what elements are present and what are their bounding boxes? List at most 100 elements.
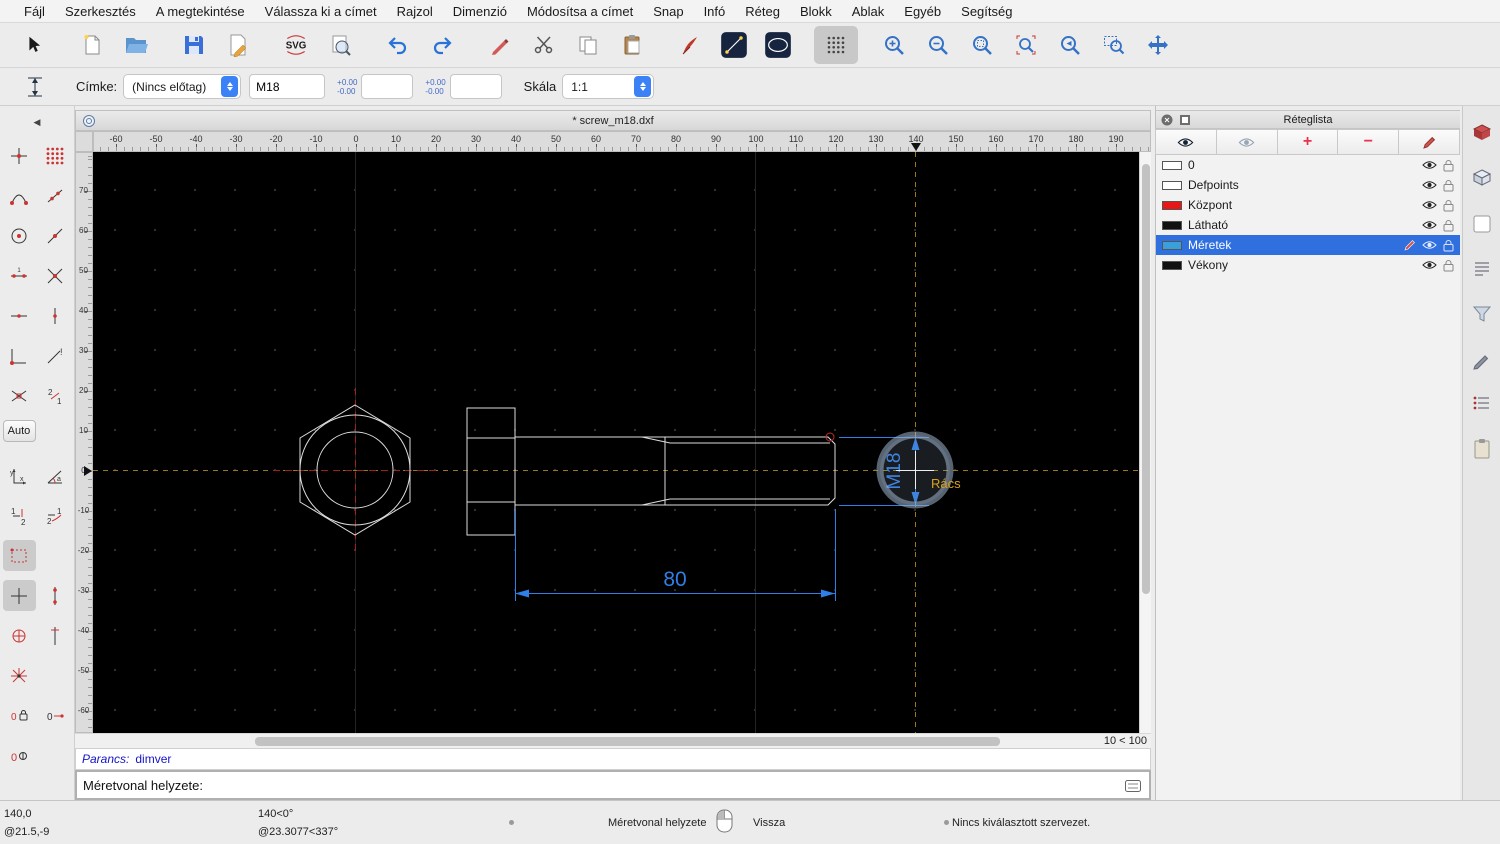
open-file-button[interactable] [114,26,158,64]
edit-document-button[interactable] [216,26,260,64]
add-layer-button[interactable]: + [1276,129,1339,155]
snap-intersection-manual-button[interactable] [3,380,36,411]
drawing-canvas[interactable]: 80 M18 Rács [93,152,1139,733]
restrict-orthogonal-button[interactable] [3,340,36,371]
layer-visibility-eye-icon[interactable] [1422,160,1437,170]
menu-item[interactable]: Egyéb [894,4,951,19]
menu-item[interactable]: Dimenzió [443,4,517,19]
ellipse-tool-button[interactable] [756,26,800,64]
document-titlebar[interactable]: * screw_m18.dxf [75,110,1151,131]
layer-row[interactable]: Látható [1156,215,1460,235]
relative-coordinates-cartesian-button[interactable]: 12 [3,500,36,531]
polyline-tool-button[interactable] [712,26,756,64]
layer-row[interactable]: Méretek [1156,235,1460,255]
zoom-auto-button[interactable] [960,26,1004,64]
panel-float-icon[interactable] [1179,114,1191,126]
menu-item[interactable]: Snap [643,4,693,19]
cut-button[interactable] [522,26,566,64]
copy-button[interactable] [566,26,610,64]
keyboard-toggle-icon[interactable] [1125,780,1141,792]
snap-center-button[interactable] [3,220,36,251]
coordinates-cartesian-button[interactable]: yx [3,460,36,491]
menu-item[interactable]: Infó [694,4,736,19]
paste-button[interactable] [610,26,654,64]
layer-lock-icon[interactable] [1443,199,1454,212]
snap-intersection-button[interactable] [39,260,72,291]
show-all-layers-button[interactable] [1155,129,1217,155]
prefix-select[interactable]: (Nincs előtag) [123,74,242,99]
tolerance-lower-input[interactable] [449,74,502,99]
dock-entity-list-button[interactable] [1468,390,1496,418]
layer-row[interactable]: Defpoints [1156,175,1460,195]
exclusive-snap-button[interactable]: 21 [39,380,72,411]
menu-item[interactable]: Ablak [842,4,895,19]
dock-clipboard-button[interactable] [1468,435,1496,463]
undo-button[interactable] [376,26,420,64]
dock-command-button[interactable] [1468,255,1496,283]
dock-pen-palette-button[interactable] [1468,345,1496,373]
pan-button[interactable] [1136,26,1180,64]
snap-grid-button[interactable] [39,140,72,171]
layer-visibility-eye-icon[interactable] [1422,260,1437,270]
vertical-guide-button[interactable] [39,620,72,651]
dimension-label-input[interactable] [249,74,326,99]
snap-distance-button[interactable]: 1 [3,260,36,291]
snap-zero-button[interactable]: 0 [3,740,36,771]
zoom-in-button[interactable] [872,26,916,64]
pen-tool-button[interactable] [668,26,712,64]
zoom-out-button[interactable] [916,26,960,64]
snap-free-button[interactable] [3,140,36,171]
rays-button[interactable] [3,660,36,691]
menu-item[interactable]: Segítség [951,4,1022,19]
vertical-scrollbar[interactable] [1139,152,1151,733]
current-tool-button[interactable] [16,70,54,104]
new-file-button[interactable] [70,26,114,64]
layer-lock-icon[interactable] [1443,239,1454,252]
zoom-window-button[interactable] [1092,26,1136,64]
redo-button[interactable] [420,26,464,64]
tolerance-upper-input[interactable] [361,74,414,99]
layer-row[interactable]: Központ [1156,195,1460,215]
command-input[interactable]: Méretvonal helyzete: [75,770,1151,800]
layer-row[interactable]: Vékony [1156,255,1460,275]
export-svg-button[interactable]: SVG [274,26,318,64]
grid-toggle-button[interactable] [814,26,858,64]
menu-item[interactable]: Rajzol [387,4,443,19]
layer-edit-pencil-icon[interactable] [1404,239,1416,251]
menu-item[interactable]: Módosítsa a címet [517,4,643,19]
layer-visibility-eye-icon[interactable] [1422,200,1437,210]
zoom-selected-button[interactable] [1004,26,1048,64]
select-window-button[interactable] [2,540,36,571]
snap-middle-button[interactable] [39,220,72,251]
horizontal-scrollbar[interactable]: 10 < 100 [75,733,1151,748]
menu-item[interactable]: Válassza ki a címet [255,4,387,19]
layer-lock-icon[interactable] [1443,219,1454,232]
snap-auto-button[interactable]: Auto [2,420,36,442]
horizontal-scrollbar-thumb[interactable] [255,737,1000,746]
restrict-horizontal-button[interactable] [3,300,36,331]
menu-item[interactable]: Réteg [735,4,790,19]
remove-layer-button[interactable]: − [1337,129,1400,155]
menu-item[interactable]: Blokk [790,4,842,19]
vertical-scrollbar-thumb[interactable] [1142,164,1150,594]
panel-close-icon[interactable] [1161,114,1173,126]
dock-library-button[interactable] [1468,165,1496,193]
coordinates-polar-button[interactable]: a [39,460,72,491]
set-relative-zero-button[interactable] [2,580,36,611]
pencil-edit-button[interactable] [478,26,522,64]
dock-blocks-button[interactable] [1468,120,1496,148]
hide-all-layers-button[interactable] [1215,129,1278,155]
snap-on-entity-button[interactable] [39,180,72,211]
menu-item[interactable]: A megtekintése [146,4,255,19]
layer-visibility-eye-icon[interactable] [1422,240,1437,250]
dock-properties-button[interactable] [1468,210,1496,238]
collapse-toolbar-button[interactable]: ◀ [5,114,69,130]
edit-layer-button[interactable] [1398,129,1460,155]
dock-filter-button[interactable] [1468,300,1496,328]
construction-guide-button[interactable] [39,580,72,611]
lock-relative-zero-button[interactable]: 0 [3,700,36,731]
menu-item[interactable]: Fájl [14,4,55,19]
restrict-nothing-button[interactable]: ! [39,340,72,371]
relative-coordinates-polar-button[interactable]: 21 [39,500,72,531]
layer-lock-icon[interactable] [1443,259,1454,272]
